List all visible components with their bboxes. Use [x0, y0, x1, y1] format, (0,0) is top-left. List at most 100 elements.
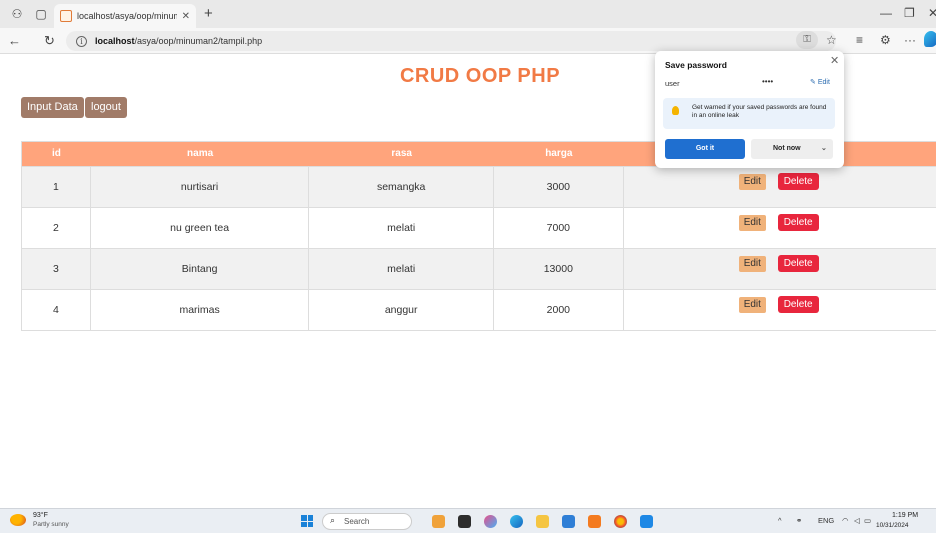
- logout-button[interactable]: logout: [85, 97, 127, 118]
- cell-rasa: anggur: [309, 290, 494, 330]
- address-bar[interactable]: i localhost/asya/oop/minuman2/tampil.php: [66, 31, 836, 51]
- password-key-icon[interactable]: ⚿: [796, 31, 818, 49]
- favorites-list-icon[interactable]: ≡: [856, 33, 863, 47]
- search-icon: ⌕: [330, 515, 336, 525]
- edit-button[interactable]: Edit: [738, 297, 766, 313]
- taskbar-search[interactable]: ⌕ Search: [322, 513, 412, 530]
- cell-actions: Edit Delete: [624, 167, 936, 207]
- chevron-down-icon[interactable]: ⌄: [821, 139, 827, 159]
- column-header-id: id: [51, 148, 61, 159]
- delete-button[interactable]: Delete: [777, 296, 819, 313]
- browser-tab-active[interactable]: localhost/asya/oop/minuman2/ta ✕: [54, 4, 196, 28]
- favicon-icon: [60, 10, 72, 22]
- cell-nama: nurtisari: [91, 167, 310, 207]
- language-indicator[interactable]: ENG: [818, 516, 834, 525]
- cell-nama: marimas: [91, 290, 310, 330]
- app-icon[interactable]: [640, 515, 653, 528]
- cell-actions: Edit Delete: [624, 249, 936, 289]
- favorite-star-icon[interactable]: ☆: [826, 33, 837, 47]
- cell-id: 2: [22, 208, 91, 248]
- cell-rasa: melati: [309, 208, 494, 248]
- browser-tab-bar: ⚇ ▢ localhost/asya/oop/minuman2/ta ✕ + —…: [0, 0, 936, 28]
- battery-icon[interactable]: ▭: [864, 516, 871, 525]
- cell-harga: 7000: [494, 208, 624, 248]
- saved-username: user: [665, 79, 680, 88]
- got-it-button[interactable]: Got it: [665, 139, 745, 159]
- weather-icon[interactable]: [10, 514, 26, 526]
- edge-app-icon[interactable]: [510, 515, 523, 528]
- reload-icon[interactable]: ↻: [44, 33, 55, 49]
- edit-button[interactable]: Edit: [738, 256, 766, 272]
- copilot-icon[interactable]: [924, 31, 936, 47]
- edit-button[interactable]: Edit: [738, 215, 766, 231]
- cell-harga: 3000: [494, 167, 624, 207]
- file-explorer-icon[interactable]: [536, 515, 549, 528]
- weather-description: Partly sunny: [33, 521, 69, 528]
- clock-time[interactable]: 1:19 PM: [892, 512, 918, 519]
- task-view-icon[interactable]: [458, 515, 471, 528]
- minimize-icon[interactable]: —: [880, 6, 892, 20]
- not-now-button[interactable]: Not now ⌄: [751, 139, 833, 159]
- not-now-label: Not now: [773, 145, 801, 152]
- leak-warning-text: Get warned if your saved passwords are f…: [692, 104, 827, 119]
- input-data-button[interactable]: Input Data: [21, 97, 84, 118]
- cell-harga: 2000: [494, 290, 624, 330]
- network-app-icon[interactable]: ⚭: [796, 516, 802, 525]
- chevron-up-icon[interactable]: ^: [778, 516, 782, 525]
- restore-icon[interactable]: ❐: [904, 6, 915, 20]
- chrome-app-icon[interactable]: [614, 515, 627, 528]
- delete-button[interactable]: Delete: [777, 255, 819, 272]
- delete-button[interactable]: Delete: [777, 173, 819, 190]
- cell-id: 3: [22, 249, 91, 289]
- new-tab-icon[interactable]: +: [204, 5, 213, 22]
- cell-id: 1: [22, 167, 91, 207]
- pencil-icon: ✎: [810, 79, 816, 86]
- clock-date[interactable]: 10/31/2024: [876, 522, 909, 529]
- cell-actions: Edit Delete: [624, 290, 936, 330]
- table-row: 2 nu green tea melati 7000 Edit Delete: [22, 207, 936, 248]
- saved-password-mask: ••••: [762, 77, 774, 86]
- taskbar: 93°F Partly sunny ⌕ Search ^ ⚭ ENG ◠ ◁ ▭…: [0, 508, 936, 533]
- extensions-icon[interactable]: ⚙: [880, 33, 891, 47]
- close-tab-icon[interactable]: ✕: [182, 11, 190, 22]
- more-options-icon[interactable]: ···: [904, 33, 916, 47]
- profile-icon[interactable]: ⚇: [10, 7, 24, 21]
- cell-nama: Bintang: [91, 249, 310, 289]
- search-placeholder: Search: [344, 517, 370, 526]
- widgets-app-icon[interactable]: [432, 515, 445, 528]
- cell-actions: Edit Delete: [624, 208, 936, 248]
- delete-button[interactable]: Delete: [777, 214, 819, 231]
- lightbulb-icon: [672, 106, 679, 115]
- edit-password-link[interactable]: ✎ Edit: [810, 78, 830, 86]
- cell-harga: 13000: [494, 249, 624, 289]
- edit-button[interactable]: Edit: [738, 174, 766, 190]
- table-row: 3 Bintang melati 13000 Edit Delete: [22, 248, 936, 289]
- cell-id: 4: [22, 290, 91, 330]
- vscode-app-icon[interactable]: [562, 515, 575, 528]
- volume-icon[interactable]: ◁: [854, 516, 860, 525]
- table-body: 1 nurtisari semangka 3000 Edit Delete 2 …: [22, 166, 936, 330]
- tab-actions-icon[interactable]: ▢: [34, 7, 48, 21]
- weather-temperature: 93°F: [33, 512, 48, 519]
- tab-title: localhost/asya/oop/minuman2/ta: [77, 11, 177, 21]
- column-header-rasa: rasa: [391, 148, 412, 159]
- column-header-nama: nama: [187, 148, 214, 159]
- site-info-icon[interactable]: i: [76, 35, 87, 47]
- cell-rasa: melati: [309, 249, 494, 289]
- table-row: 4 marimas anggur 2000 Edit Delete: [22, 289, 936, 330]
- close-window-icon[interactable]: ✕: [928, 6, 936, 20]
- xampp-app-icon[interactable]: [588, 515, 601, 528]
- url-text: localhost/asya/oop/minuman2/tampil.php: [95, 36, 263, 46]
- copilot-app-icon[interactable]: [484, 515, 497, 528]
- leak-warning-box: Get warned if your saved passwords are f…: [663, 98, 835, 129]
- popup-title: Save password: [665, 60, 727, 70]
- back-icon[interactable]: ←: [8, 33, 21, 48]
- windows-start-icon[interactable]: [301, 515, 313, 527]
- cell-nama: nu green tea: [91, 208, 310, 248]
- cell-rasa: semangka: [309, 167, 494, 207]
- column-header-harga: harga: [545, 148, 573, 159]
- save-password-popup: Save password ✕ user •••• ✎ Edit Get war…: [655, 51, 844, 168]
- table-row: 1 nurtisari semangka 3000 Edit Delete: [22, 166, 936, 207]
- wifi-icon[interactable]: ◠: [842, 516, 849, 525]
- close-icon[interactable]: ✕: [830, 54, 839, 67]
